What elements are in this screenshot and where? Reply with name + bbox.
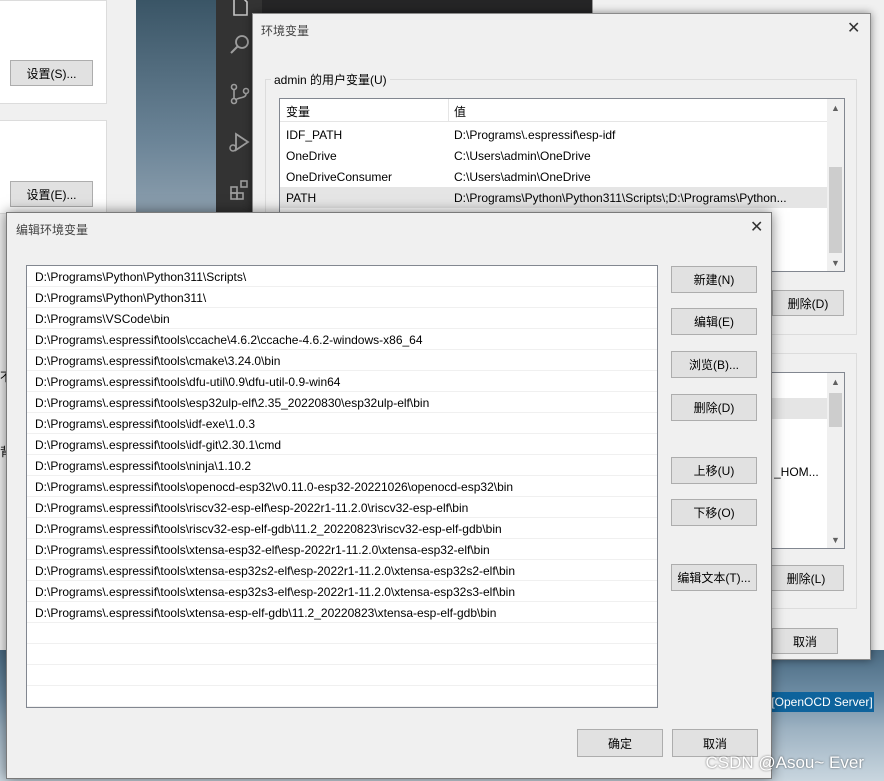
run-debug-icon[interactable] [228, 130, 252, 154]
path-entry: D:\Programs\Python\Python311\ [35, 291, 207, 305]
list-item[interactable]: D:\Programs\.espressif\tools\idf-git\2.3… [27, 434, 657, 455]
vertical-scrollbar[interactable]: ▲ ▼ [827, 373, 844, 548]
user-variables-label: admin 的用户变量(U) [271, 71, 390, 88]
path-entry: D:\Programs\.espressif\tools\xtensa-esp3… [35, 564, 516, 578]
extensions-icon[interactable] [228, 178, 252, 202]
scrollbar-thumb[interactable] [829, 393, 842, 427]
settings-s-button[interactable]: 设置(S)... [10, 60, 93, 86]
window-title: 环境变量 [261, 24, 310, 38]
list-item[interactable]: D:\Programs\.espressif\tools\xtensa-esp3… [27, 581, 657, 602]
list-item[interactable]: D:\Programs\.espressif\tools\idf-exe\1.0… [27, 413, 657, 434]
table-row-selected[interactable]: PATH D:\Programs\Python\Python311\Script… [280, 187, 827, 208]
system-delete-button[interactable]: 删除(L) [768, 565, 844, 591]
list-item-empty[interactable] [27, 644, 657, 665]
path-entry: D:\Programs\VSCode\bin [35, 312, 170, 326]
list-item[interactable]: D:\Programs\VSCode\bin [27, 308, 657, 329]
new-button[interactable]: 新建(N) [671, 266, 757, 293]
list-item[interactable]: D:\Programs\Python\Python311\ [27, 287, 657, 308]
path-entry: D:\Programs\.espressif\tools\dfu-util\0.… [35, 375, 341, 389]
path-entry: D:\Programs\.espressif\tools\riscv32-esp… [35, 501, 469, 515]
variable-value: C:\Users\admin\OneDrive [454, 170, 591, 184]
list-item[interactable]: D:\Programs\.espressif\tools\esp32ulp-el… [27, 392, 657, 413]
path-entry: D:\Programs\.espressif\tools\esp32ulp-el… [35, 396, 430, 410]
csdn-watermark: CSDN @Asou~ Ever [705, 753, 864, 772]
path-entry: D:\Programs\.espressif\tools\xtensa-esp3… [35, 585, 516, 599]
openocd-status-item[interactable]: [OpenOCD Server] [770, 692, 874, 712]
variable-name: OneDrive [286, 149, 337, 163]
scroll-up-arrow-icon[interactable]: ▲ [827, 99, 844, 116]
list-item[interactable]: D:\Programs\.espressif\tools\xtensa-esp3… [27, 539, 657, 560]
list-item[interactable]: D:\Programs\.espressif\tools\xtensa-esp3… [27, 560, 657, 581]
vertical-scrollbar[interactable]: ▲ ▼ [827, 99, 844, 271]
list-item[interactable]: D:\Programs\.espressif\tools\xtensa-esp-… [27, 602, 657, 623]
dialog-title: 编辑环境变量 [16, 223, 89, 237]
variable-value: C:\Users\admin\OneDrive [454, 149, 591, 163]
scroll-up-arrow-icon[interactable]: ▲ [827, 373, 844, 390]
move-up-button[interactable]: 上移(U) [671, 457, 757, 484]
list-header: 变量 值 [280, 99, 827, 122]
settings-card-top [0, 0, 107, 104]
move-down-button[interactable]: 下移(O) [671, 499, 757, 526]
path-entry: D:\Programs\.espressif\tools\xtensa-esp3… [35, 543, 490, 557]
list-item-empty[interactable] [27, 665, 657, 686]
delete-button[interactable]: 删除(D) [671, 394, 757, 421]
path-entry: D:\Programs\.espressif\tools\ninja\1.10.… [35, 459, 252, 473]
column-header-variable[interactable]: 变量 [286, 103, 310, 120]
scrollbar-thumb[interactable] [829, 167, 842, 253]
scroll-down-arrow-icon[interactable]: ▼ [827, 531, 844, 548]
path-entry: D:\Programs\.espressif\tools\idf-exe\1.0… [35, 417, 256, 431]
settings-e-button[interactable]: 设置(E)... [10, 181, 93, 207]
user-delete-button[interactable]: 删除(D) [772, 290, 844, 316]
env-cancel-button[interactable]: 取消 [772, 628, 838, 654]
variable-name: IDF_PATH [286, 128, 343, 142]
variable-name: PATH [286, 191, 317, 205]
close-icon[interactable]: ✕ [847, 21, 860, 37]
path-entry: D:\Programs\.espressif\tools\openocd-esp… [35, 480, 514, 494]
explorer-icon[interactable] [228, 0, 252, 18]
edit-environment-variable-dialog: 编辑环境变量 ✕ D:\Programs\Python\Python311\Sc… [6, 212, 772, 779]
list-item[interactable]: D:\Programs\.espressif\tools\openocd-esp… [27, 476, 657, 497]
variable-value-fragment: _HOM... [774, 465, 819, 479]
path-entry: D:\Programs\.espressif\tools\xtensa-esp-… [35, 606, 497, 620]
list-item[interactable]: D:\Programs\Python\Python311\Scripts\ [27, 266, 657, 287]
edit-button[interactable]: 编辑(E) [671, 308, 757, 335]
list-item[interactable]: D:\Programs\.espressif\tools\ninja\1.10.… [27, 455, 657, 476]
path-entry: D:\Programs\Python\Python311\Scripts\ [35, 270, 247, 284]
list-item[interactable]: D:\Programs\.espressif\tools\ccache\4.6.… [27, 329, 657, 350]
list-item[interactable]: D:\Programs\.espressif\tools\riscv32-esp… [27, 497, 657, 518]
browse-button[interactable]: 浏览(B)... [671, 351, 757, 378]
path-entry: D:\Programs\.espressif\tools\idf-git\2.3… [35, 438, 282, 452]
variable-value: D:\Programs\.espressif\esp-idf [454, 128, 616, 142]
path-entry: D:\Programs\.espressif\tools\ccache\4.6.… [35, 333, 423, 347]
table-row[interactable]: IDF_PATH D:\Programs\.espressif\esp-idf [280, 124, 827, 145]
list-item-empty[interactable] [27, 686, 657, 707]
list-item[interactable]: D:\Programs\.espressif\tools\dfu-util\0.… [27, 371, 657, 392]
variable-name: OneDriveConsumer [286, 170, 393, 184]
list-item-empty[interactable] [27, 623, 657, 644]
table-row[interactable]: OneDrive C:\Users\admin\OneDrive [280, 145, 827, 166]
variable-value: D:\Programs\Python\Python311\Scripts\;D:… [454, 191, 787, 205]
edit-text-button[interactable]: 编辑文本(T)... [671, 564, 757, 591]
list-item[interactable]: D:\Programs\.espressif\tools\cmake\3.24.… [27, 350, 657, 371]
source-control-icon[interactable] [228, 82, 252, 106]
scroll-down-arrow-icon[interactable]: ▼ [827, 254, 844, 271]
list-item[interactable]: D:\Programs\.espressif\tools\riscv32-esp… [27, 518, 657, 539]
close-icon[interactable]: ✕ [750, 220, 763, 236]
column-header-value[interactable]: 值 [454, 103, 466, 120]
ok-button[interactable]: 确定 [577, 729, 663, 757]
table-row[interactable]: OneDriveConsumer C:\Users\admin\OneDrive [280, 166, 827, 187]
path-entry: D:\Programs\.espressif\tools\riscv32-esp… [35, 522, 502, 536]
path-entries-list[interactable]: D:\Programs\Python\Python311\Scripts\ D:… [26, 265, 658, 708]
search-icon[interactable] [228, 32, 252, 56]
path-entry: D:\Programs\.espressif\tools\cmake\3.24.… [35, 354, 281, 368]
